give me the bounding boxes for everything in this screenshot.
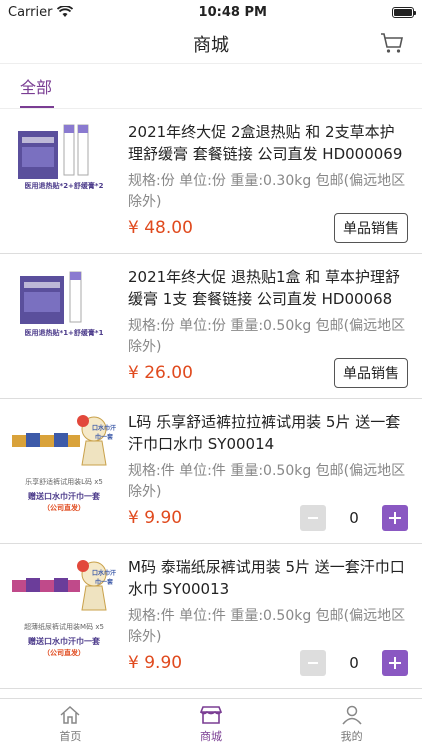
list-item[interactable]: 医用退热贴*1+舒缓膏*1 2021年终大促 退热贴1盒 和 草本护理舒缓膏 1…: [0, 254, 422, 399]
plus-icon: [389, 512, 401, 524]
increase-button[interactable]: [382, 650, 408, 676]
list-item[interactable]: 口水巾汗巾一套 超薄纸尿裤试用装M码 x5 赠送口水巾汗巾一套 （公司直发） M…: [0, 544, 422, 689]
home-icon: [60, 705, 80, 724]
product-list: 医用退热贴*2+舒缓膏*2 2021年终大促 2盒退热贴 和 2支草本护理舒缓膏…: [0, 109, 422, 699]
product-spec: 规格:件 单位:件 重量:0.50kg 包邮(偏远地区除外): [128, 608, 406, 645]
decrease-button[interactable]: [300, 505, 326, 531]
tab-store-label: 商城: [200, 730, 222, 743]
single-sale-button[interactable]: 单品销售: [334, 358, 408, 388]
product-price: ¥ 48.00: [128, 218, 193, 238]
minus-icon: [308, 662, 318, 664]
tab-store[interactable]: 商城: [141, 699, 282, 750]
product-image: 口水巾汗巾一套 超薄纸尿裤试用装M码 x5 赠送口水巾汗巾一套 （公司直发）: [10, 556, 118, 661]
product-name: 2021年终大促 2盒退热贴 和 2支草本护理舒缓膏 套餐链接 公司直发 HD0…: [128, 123, 403, 163]
plus-icon: [389, 657, 401, 669]
bottom-tab-bar: 首页 商城 我的: [0, 698, 422, 750]
user-icon: [342, 705, 362, 725]
category-tabs: 全部: [0, 64, 422, 109]
decrease-button[interactable]: [300, 650, 326, 676]
product-name: L码 乐享舒适裤拉拉裤试用装 5片 送一套汗巾口水巾 SY00014: [128, 413, 401, 453]
product-spec: 规格:份 单位:份 重量:0.50kg 包邮(偏远地区除外): [128, 318, 406, 355]
product-spec: 规格:件 单位:件 重量:0.50kg 包邮(偏远地区除外): [128, 463, 406, 500]
quantity-value: 0: [349, 509, 359, 527]
list-item[interactable]: 医用退热贴*2+舒缓膏*2 2021年终大促 2盒退热贴 和 2支草本护理舒缓膏…: [0, 109, 422, 254]
tab-mine-label: 我的: [340, 730, 363, 743]
tab-home[interactable]: 首页: [0, 699, 141, 750]
wifi-icon: [57, 6, 74, 17]
product-image: 医用退热贴*1+舒缓膏*1: [10, 266, 118, 371]
tab-home-label: 首页: [59, 730, 82, 743]
tab-all[interactable]: 全部: [20, 74, 54, 108]
tab-mine[interactable]: 我的: [281, 699, 422, 750]
product-spec: 规格:份 单位:份 重量:0.30kg 包邮(偏远地区除外): [128, 173, 406, 210]
list-item[interactable]: 口水巾汗巾一套 乐享舒适裤试用装L码 x5 赠送口水巾汗巾一套 （公司直发） L…: [0, 399, 422, 544]
quantity-value: 0: [349, 654, 359, 672]
nav-bar: 商城: [0, 24, 422, 64]
product-name: 2021年终大促 退热贴1盒 和 草本护理舒缓膏 1支 套餐链接 公司直发 HD…: [128, 268, 401, 308]
clock: 10:48 PM: [198, 4, 267, 20]
product-image: 医用退热贴*2+舒缓膏*2: [10, 121, 118, 226]
product-price: ¥ 9.90: [128, 653, 183, 673]
page-title: 商城: [193, 34, 229, 56]
single-sale-button[interactable]: 单品销售: [334, 213, 408, 243]
cart-icon[interactable]: [380, 32, 404, 54]
product-name: M码 泰瑞纸尿裤试用装 5片 送一套汗巾口水巾 SY00013: [128, 558, 405, 598]
minus-icon: [308, 517, 318, 519]
quantity-stepper: 0: [300, 505, 408, 531]
product-price: ¥ 26.00: [128, 363, 193, 383]
increase-button[interactable]: [382, 505, 408, 531]
carrier-label: Carrier: [8, 4, 53, 20]
product-price: ¥ 9.90: [128, 508, 183, 528]
product-image: 口水巾汗巾一套 乐享舒适裤试用装L码 x5 赠送口水巾汗巾一套 （公司直发）: [10, 411, 118, 516]
quantity-stepper: 0: [300, 650, 408, 676]
store-icon: [200, 706, 222, 724]
status-bar: Carrier 10:48 PM: [0, 0, 422, 24]
battery-icon: [392, 6, 416, 18]
